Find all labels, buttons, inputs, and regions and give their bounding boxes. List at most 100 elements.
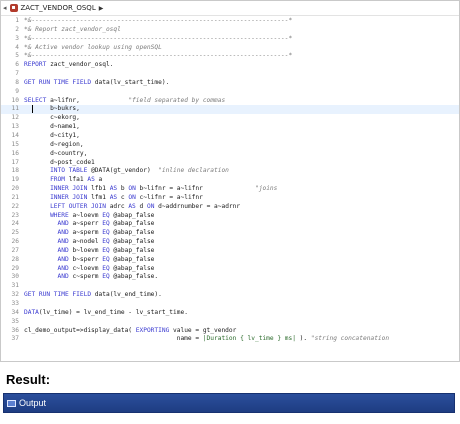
- code-line[interactable]: 20 INNER JOIN lfb1 AS b ON b~lifnr = a~l…: [1, 185, 459, 194]
- code-line[interactable]: 14 d~city1,: [1, 131, 459, 141]
- code-line[interactable]: 24 AND a~sperr EQ @abap_false: [1, 220, 459, 229]
- code-token: d~country,: [24, 149, 88, 157]
- line-number: 4: [15, 43, 19, 51]
- line-text: INTO TABLE @DATA(gt_vendor) "inline decl…: [24, 167, 229, 176]
- window-icon: [7, 399, 16, 407]
- line-text: INNER JOIN lfm1 AS c ON c~lifnr = a~lifn…: [24, 194, 203, 203]
- breadcrumb: ◂ ▪ ZACT_VENDOR_OSQL ▶: [1, 1, 459, 16]
- code-line[interactable]: 19 FROM lfa1 AS a: [1, 176, 459, 185]
- code-line[interactable]: 21 INNER JOIN lfm1 AS c ON c~lifnr = a~l…: [1, 193, 459, 203]
- line-number: 17: [11, 158, 19, 166]
- output-window-titlebar[interactable]: Output: [3, 393, 455, 413]
- keyword-token: GET RUN TIME FIELD: [24, 291, 92, 299]
- code-line[interactable]: 7: [1, 70, 459, 79]
- code-line[interactable]: 15 d~region,: [1, 140, 459, 150]
- code-line[interactable]: 23 WHERE a~loevm EQ @abap_false: [1, 211, 459, 221]
- code-line[interactable]: 26 AND a~nodel EQ @abap_false: [1, 238, 459, 247]
- line-number: 7: [15, 70, 19, 78]
- code-token: zact_vendor_osql.: [46, 61, 114, 69]
- code-area[interactable]: 1 *&-------------------------------------…: [1, 17, 459, 344]
- code-line[interactable]: 18 INTO TABLE @DATA(gt_vendor) "inline d…: [1, 167, 459, 176]
- line-number: 12: [11, 114, 19, 122]
- line-number: 14: [11, 131, 19, 139]
- code-token: a~sperr: [68, 220, 103, 228]
- code-line[interactable]: 31: [1, 282, 459, 291]
- code-line[interactable]: 5 *&-------------------------------------…: [1, 52, 459, 61]
- line-number: 5: [15, 52, 19, 60]
- code-line[interactable]: 12 c~ekorg,: [1, 114, 459, 123]
- line-text: c~ekorg,: [24, 114, 80, 123]
- code-line[interactable]: 2 *& Report zact_vendor_osql: [1, 26, 459, 35]
- keyword-token: AND: [57, 273, 69, 281]
- keyword-token: AND: [57, 255, 69, 263]
- line-number: 23: [11, 211, 19, 219]
- line-text: *&--------------------------------------…: [24, 52, 292, 61]
- code-line[interactable]: 13 d~name1,: [1, 123, 459, 132]
- code-token: cl_demo_output=>display_data(: [24, 326, 136, 334]
- line-number: 30: [11, 273, 19, 281]
- code-line[interactable]: 9: [1, 88, 459, 97]
- code-line[interactable]: 37 name = |Duration { lv_time } ms| ). "…: [1, 335, 459, 344]
- code-line[interactable]: 30 AND c~sperm EQ @abap_false.: [1, 273, 459, 282]
- comment-token: *&--------------------------------------…: [24, 34, 293, 42]
- line-number: 15: [11, 140, 19, 148]
- line-number: 3: [15, 34, 19, 42]
- code-line[interactable]: 22 LEFT OUTER JOIN adrc AS d ON d~addrnu…: [1, 202, 459, 212]
- line-number: 21: [11, 193, 19, 201]
- line-number: 22: [11, 202, 19, 210]
- keyword-token: EQ: [102, 229, 110, 237]
- line-text: *&--------------------------------------…: [24, 17, 292, 26]
- code-line[interactable]: 27 AND b~loevm EQ @abap_false: [1, 246, 459, 256]
- keyword-token: EQ: [102, 220, 110, 228]
- code-line[interactable]: 6 REPORT zact_vendor_osql.: [1, 61, 459, 70]
- code-token: @abap_false: [109, 246, 155, 254]
- line-text: *&--------------------------------------…: [24, 35, 292, 44]
- code-token: a~loevm: [68, 211, 103, 219]
- code-line[interactable]: 35: [1, 318, 459, 327]
- keyword-token: INNER JOIN: [50, 193, 88, 201]
- line-number: 20: [11, 185, 19, 193]
- code-token: c~sperm: [68, 273, 103, 281]
- code-token: a~nodel: [68, 238, 103, 246]
- code-line[interactable]: 16 d~country,: [1, 149, 459, 159]
- line-number: 13: [11, 123, 19, 131]
- code-token: a~sperm: [68, 229, 103, 237]
- code-token: c~ekorg,: [24, 114, 80, 122]
- chevron-right-icon[interactable]: ▶: [99, 5, 104, 12]
- line-text: FROM lfa1 AS a: [24, 176, 102, 185]
- keyword-token: EQ: [102, 273, 110, 281]
- code-token: lfb1: [87, 185, 110, 193]
- code-line[interactable]: 4 *& Active vendor lookup using openSQL: [1, 43, 459, 53]
- code-line[interactable]: 34 DATA(lv_time) = lv_end_time - lv_start…: [1, 308, 459, 318]
- keyword-token: WHERE: [50, 211, 69, 219]
- code-line[interactable]: 1 *&-------------------------------------…: [1, 17, 459, 26]
- code-line[interactable]: 28 AND b~sperr EQ @abap_false: [1, 255, 459, 265]
- code-token: b~loevm: [68, 246, 103, 254]
- code-line[interactable]: 11 b~bukrs,: [1, 105, 459, 115]
- line-text: AND a~sperm EQ @abap_false: [24, 229, 155, 238]
- line-number: 29: [11, 264, 19, 272]
- code-line[interactable]: 33: [1, 300, 459, 309]
- code-line[interactable]: 25 AND a~sperm EQ @abap_false: [1, 229, 459, 238]
- code-line[interactable]: 10 SELECT a~lifnr, "field separated by co…: [1, 97, 459, 106]
- code-line[interactable]: 32 GET RUN TIME FIELD data(lv_end_time).: [1, 291, 459, 300]
- keyword-token: AND: [57, 238, 69, 246]
- code-token: d: [135, 202, 147, 210]
- code-line[interactable]: 29 AND c~loevm EQ @abap_false: [1, 264, 459, 274]
- keyword-token: LEFT OUTER JOIN: [50, 202, 106, 210]
- chevron-left-icon[interactable]: ◂: [3, 4, 7, 12]
- code-line[interactable]: 8 GET RUN TIME FIELD data(lv_start_time).: [1, 79, 459, 88]
- code-token: d~city1,: [24, 131, 80, 139]
- object-name[interactable]: ZACT_VENDOR_OSQL: [21, 4, 96, 12]
- code-line[interactable]: 3 *&-------------------------------------…: [1, 34, 459, 44]
- line-text: *& Report zact_vendor_osql: [24, 26, 121, 35]
- line-number: 34: [11, 308, 19, 316]
